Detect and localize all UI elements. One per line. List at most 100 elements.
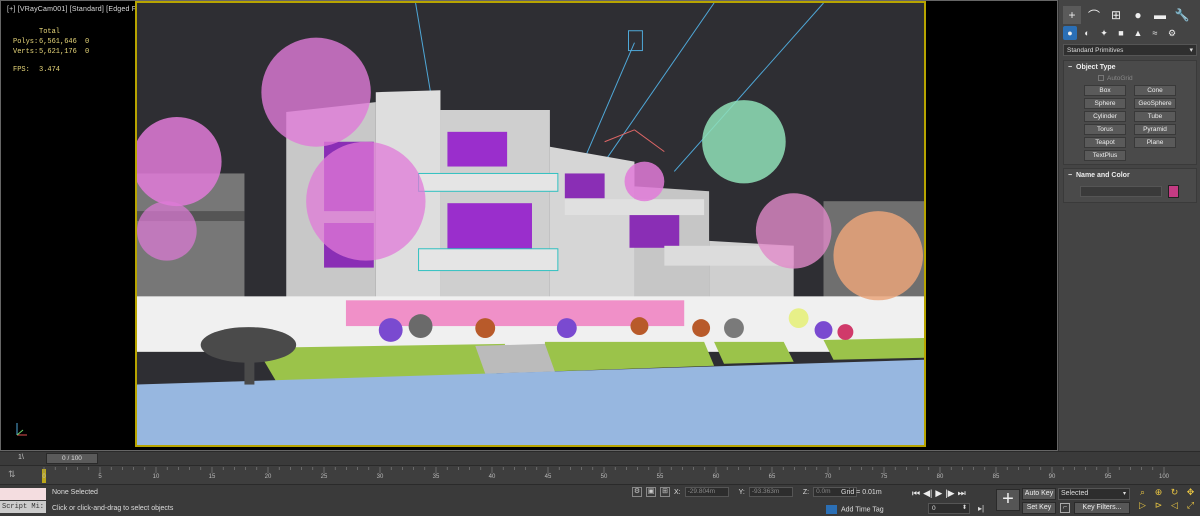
plane-button[interactable]: Plane <box>1134 137 1176 148</box>
viewport-label[interactable]: [+] [VRayCam001] [Standard] [Edged Faces… <box>7 6 154 13</box>
display-tab-icon[interactable]: ▬ <box>1151 6 1169 24</box>
object-color-swatch[interactable] <box>1168 185 1179 198</box>
primitive-type-dropdown[interactable]: Standard Primitives ▾ <box>1063 44 1197 56</box>
default-in-out-tangent-icon[interactable]: ⌐ <box>1060 503 1070 513</box>
y-label: Y: <box>738 488 745 496</box>
geosphere-button[interactable]: GeoSphere <box>1134 98 1176 109</box>
add-time-tag-label: Add Time Tag <box>841 506 884 514</box>
name-row <box>1064 182 1196 202</box>
transform-coordinates: ⚙ ▣ ⊞ X: -29.804m Y: -93.363m Z: 0.0m <box>632 487 858 497</box>
cameras-icon[interactable]: ■ <box>1114 26 1128 40</box>
stats-selected: 0 <box>85 48 90 56</box>
time-slider[interactable]: 0 / 100 <box>46 453 98 464</box>
fps-label: FPS: <box>13 66 30 74</box>
z-label: Z: <box>802 488 810 496</box>
isolate-icon[interactable]: ⚙ <box>632 487 642 497</box>
house-scene-illustration <box>137 3 924 445</box>
helpers-icon[interactable]: ▲ <box>1131 26 1145 40</box>
teapot-button[interactable]: Teapot <box>1084 137 1126 148</box>
set-keys-plus-icon[interactable]: + <box>996 489 1020 511</box>
maximize-viewport-icon[interactable]: ⤢ <box>1184 500 1197 511</box>
torus-button[interactable]: Torus <box>1084 124 1126 135</box>
axis-tripod-icon <box>16 423 27 436</box>
absolute-mode-icon[interactable]: ⊞ <box>660 487 670 497</box>
shapes-icon[interactable]: ◐ <box>1080 26 1094 40</box>
goto-start-icon[interactable]: ⏮ <box>912 488 920 499</box>
ruler-tick-label: 0 <box>42 474 46 480</box>
tube-button[interactable]: Tube <box>1134 111 1176 122</box>
ruler-tick-label: 100 <box>1158 474 1170 480</box>
dropdown-value: Standard Primitives <box>1067 47 1124 54</box>
chevron-down-icon: ▾ <box>1122 491 1126 497</box>
zoom-icon[interactable]: ⌕ <box>1136 487 1149 498</box>
selection-lock-icon[interactable]: ▣ <box>646 487 656 497</box>
ruler-tick-label: 65 <box>768 474 776 480</box>
modify-tab-curve-icon[interactable]: ⌒ <box>1085 6 1103 24</box>
viewport[interactable]: [+] [VRayCam001] [Standard] [Edged Faces… <box>0 0 1058 451</box>
current-frame-field[interactable]: 0 ⬍ <box>928 503 970 514</box>
command-panel-tabs: + ⌒ ⊞ ● ▬ 🔧 <box>1063 6 1197 24</box>
ruler-tick-label: 50 <box>600 474 608 480</box>
x-coordinate-field[interactable]: -29.804m <box>684 487 729 497</box>
box-button[interactable]: Box <box>1084 85 1126 96</box>
maxscript-listener[interactable] <box>0 488 46 500</box>
ruler-tick-label: 45 <box>544 474 552 480</box>
lights-icon[interactable]: ✦ <box>1097 26 1111 40</box>
spacewarps-icon[interactable]: ≈ <box>1148 26 1162 40</box>
ruler-tick-label: 90 <box>1048 474 1056 480</box>
create-tab-plus-icon[interactable]: + <box>1063 6 1081 24</box>
y-coordinate-field[interactable]: -93.363m <box>748 487 793 497</box>
fps-value: 3.474 <box>39 66 61 74</box>
primitive-buttons: Box Cone Sphere GeoSphere Cylinder Tube … <box>1064 85 1196 164</box>
ruler-tick-label: 75 <box>880 474 888 480</box>
ruler-tick-label: 70 <box>824 474 832 480</box>
ruler-tick-label: 35 <box>432 474 440 480</box>
goto-end-icon[interactable]: ⏭ <box>958 488 966 499</box>
maxscript-mini-label[interactable]: Script Mi: <box>0 501 46 513</box>
dolly-icon[interactable]: ▷ <box>1136 500 1149 511</box>
motion-tab-icon[interactable]: ● <box>1129 6 1147 24</box>
rollout-header[interactable]: − Object Type <box>1064 61 1196 74</box>
prev-frame-icon[interactable]: ◀| <box>923 488 932 499</box>
timeline-ruler[interactable]: ⇅ 0 5 10 15 20 25 30 35 40 45 50 55 60 65 70 75 80 85 90 95… <box>0 465 1200 484</box>
selection-set-dropdown[interactable]: Selected ▾ <box>1058 488 1130 500</box>
utilities-tab-wrench-icon[interactable]: 🔧 <box>1173 6 1191 24</box>
systems-icon[interactable]: ⚙ <box>1165 26 1179 40</box>
autogrid-checkbox[interactable]: AutoGrid <box>1064 74 1196 85</box>
key-mode-icon[interactable]: ▸| <box>978 504 984 513</box>
next-frame-icon[interactable]: |▶ <box>945 488 954 499</box>
ruler-tick-label: 15 <box>208 474 216 480</box>
key-filters-button[interactable]: Key Filters... <box>1074 502 1130 514</box>
ruler-tick-label: 20 <box>264 474 272 480</box>
ruler-tick-label: 80 <box>936 474 944 480</box>
stats-total: 5,621,176 <box>39 48 77 56</box>
create-category-tabs: ● ◐ ✦ ■ ▲ ≈ ⚙ <box>1063 26 1197 40</box>
sphere-button[interactable]: Sphere <box>1084 98 1126 109</box>
add-time-tag[interactable]: Add Time Tag <box>826 505 884 514</box>
ruler-tick-label: 40 <box>488 474 496 480</box>
fov-icon[interactable]: ◁ <box>1168 500 1181 511</box>
auto-key-button[interactable]: Auto Key <box>1022 488 1056 500</box>
pan-icon[interactable]: ✥ <box>1184 487 1197 498</box>
cylinder-button[interactable]: Cylinder <box>1084 111 1126 122</box>
spinner-icon[interactable]: ⬍ <box>962 504 967 513</box>
ruler-tick-label: 5 <box>98 474 102 480</box>
orbit-icon[interactable]: ↻ <box>1168 487 1181 498</box>
chevron-down-icon: ▾ <box>1189 47 1193 54</box>
grid-size: Grid = 0.01m <box>841 489 882 496</box>
hierarchy-tab-icon[interactable]: ⊞ <box>1107 6 1125 24</box>
play-icon[interactable]: ▶ <box>935 488 942 499</box>
truck-icon[interactable]: ⊳ <box>1152 500 1165 511</box>
zoom-all-icon[interactable]: ⊕ <box>1152 487 1165 498</box>
set-key-button[interactable]: Set Key <box>1022 502 1056 514</box>
textplus-button[interactable]: TextPlus <box>1084 150 1126 161</box>
rollout-header[interactable]: − Name and Color <box>1064 169 1196 182</box>
cone-button[interactable]: Cone <box>1134 85 1176 96</box>
ruler-tick-label: 30 <box>376 474 384 480</box>
object-name-field[interactable] <box>1080 186 1162 197</box>
ruler-tick-label: 60 <box>712 474 720 480</box>
geometry-icon[interactable]: ● <box>1063 26 1077 40</box>
time-slider-lead: 1\ <box>18 454 24 461</box>
pyramid-button[interactable]: Pyramid <box>1134 124 1176 135</box>
camera-view-render[interactable] <box>135 1 926 447</box>
